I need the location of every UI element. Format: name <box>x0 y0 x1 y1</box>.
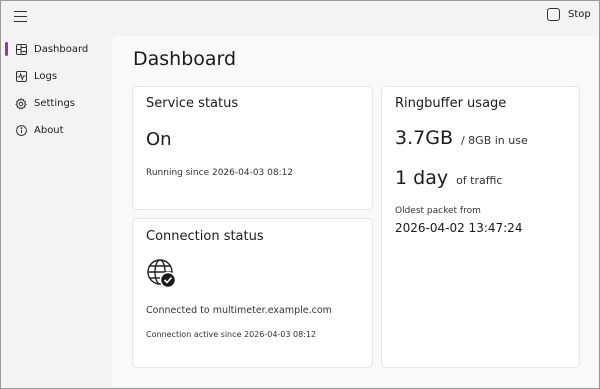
hamburger-menu-icon[interactable] <box>14 11 28 22</box>
service-status-since: Running since 2026-04-03 08:12 <box>146 168 294 178</box>
info-icon <box>15 125 27 137</box>
settings-icon <box>15 97 27 110</box>
oldest-packet-value: 2026-04-02 13:47:24 <box>395 221 523 235</box>
stop-label: Stop <box>568 9 591 20</box>
ringbuffer-size-value: 3.7GB <box>395 127 453 149</box>
card-title: Ringbuffer usage <box>395 96 507 111</box>
sidebar-item-label: About <box>34 125 64 136</box>
sidebar-item-settings[interactable]: Settings <box>0 90 112 117</box>
ringbuffer-size-row: 3.7GB / 8GB in use <box>395 127 528 149</box>
main-content: Dashboard Service status On Running sinc… <box>112 36 598 387</box>
ringbuffer-duration-row: 1 day of traffic <box>395 167 502 189</box>
connection-since-text: Connection active since 2026-04-03 08:12 <box>146 330 317 339</box>
stop-button[interactable]: Stop <box>547 8 591 21</box>
card-title: Service status <box>146 96 239 111</box>
sidebar-item-logs[interactable]: Logs <box>0 63 112 90</box>
ringbuffer-duration-value: 1 day <box>395 167 449 189</box>
sidebar-item-dashboard[interactable]: Dashboard <box>0 36 112 63</box>
globe-check-icon <box>146 258 178 290</box>
sidebar-item-label: Dashboard <box>34 44 89 55</box>
ringbuffer-duration-detail: of traffic <box>456 174 503 187</box>
connection-host-text: Connected to multimeter.example.com <box>146 305 332 316</box>
sidebar-item-about[interactable]: About <box>0 117 112 144</box>
title-bar: Stop <box>0 0 600 34</box>
sidebar: Dashboard Logs Settings About <box>0 36 112 144</box>
dashboard-icon <box>15 44 27 56</box>
page-title: Dashboard <box>133 48 237 70</box>
ringbuffer-usage-card: Ringbuffer usage 3.7GB / 8GB in use 1 da… <box>381 86 580 368</box>
logs-icon <box>15 71 27 83</box>
connection-status-card: Connection status Connected to multimete… <box>132 218 373 368</box>
card-title: Connection status <box>146 229 264 244</box>
service-status-card: Service status On Running since 2026-04-… <box>132 86 373 210</box>
sidebar-item-label: Settings <box>34 98 76 109</box>
ringbuffer-size-detail: / 8GB in use <box>460 134 528 147</box>
sidebar-item-label: Logs <box>34 71 58 82</box>
stop-square-icon <box>547 8 560 21</box>
service-status-value: On <box>146 129 172 150</box>
oldest-packet-label: Oldest packet from <box>395 206 481 216</box>
